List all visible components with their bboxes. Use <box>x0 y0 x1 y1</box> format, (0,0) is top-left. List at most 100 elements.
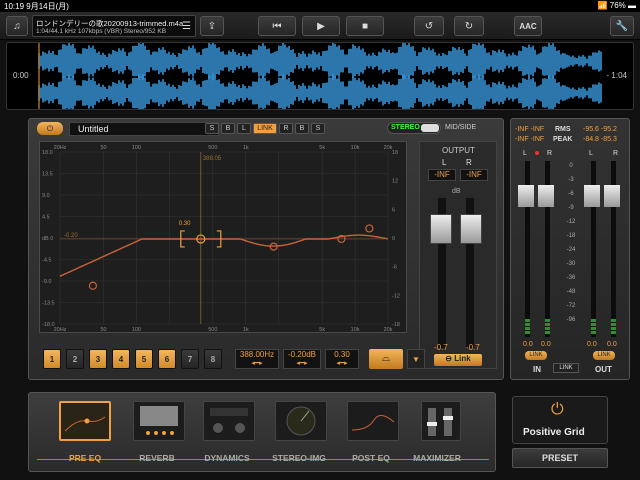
eq-band-node[interactable] <box>365 224 374 233</box>
settings-button[interactable]: 🔧 <box>610 16 634 36</box>
in-peak-value: -INF -INF <box>515 136 545 143</box>
out-r-fader[interactable] <box>604 185 620 207</box>
aac-button[interactable]: AAC <box>514 16 542 36</box>
menu-icon[interactable]: ☰ <box>182 21 191 32</box>
q-arrows-icon[interactable]: ◂━▸ <box>326 359 358 367</box>
meter-led <box>591 327 596 330</box>
q-param[interactable]: 0.30 ◂━▸ <box>325 349 359 369</box>
maximizer-module[interactable] <box>421 401 461 441</box>
channel-button-s[interactable]: S <box>311 123 325 134</box>
in-l-value: 0.0 <box>523 341 533 348</box>
in-r-fader[interactable] <box>538 185 554 207</box>
channel-button-r[interactable]: R <box>279 123 293 134</box>
out-link-button[interactable]: LINK <box>593 351 615 360</box>
in-l-fader[interactable] <box>518 185 534 207</box>
out-rms-value: -95.6 -95.2 <box>583 126 617 133</box>
output-l-gain: -0.7 <box>434 343 448 352</box>
meter-led <box>591 319 596 322</box>
preset-name-field[interactable]: Untitled <box>69 122 219 136</box>
wave-start-time: 0:00 <box>13 71 29 80</box>
pre-eq-module[interactable] <box>59 401 111 441</box>
channel-button-l[interactable]: L <box>237 123 251 134</box>
output-r-fader[interactable] <box>460 214 482 244</box>
out-r-value: 0.0 <box>607 341 617 348</box>
eq-band-node[interactable] <box>88 281 98 290</box>
band-button-7[interactable]: 7 <box>181 349 199 369</box>
output-link-button[interactable]: ⊖ Link <box>434 354 482 366</box>
meter-link-button[interactable]: LINK <box>553 363 579 373</box>
undo-button[interactable]: ↺ <box>414 16 444 36</box>
chain-label-pre-eq[interactable]: PRE EQ <box>45 453 125 463</box>
channel-button-b[interactable]: B <box>295 123 309 134</box>
reverb-thumb-icon <box>140 406 178 435</box>
band-button-2[interactable]: 2 <box>66 349 84 369</box>
band-button-8[interactable]: 8 <box>204 349 222 369</box>
gain-arrows-icon[interactable]: ◂━▸ <box>284 359 320 367</box>
bell-filter-icon: ⌓ <box>382 353 390 364</box>
play-button[interactable]: ▶ <box>302 16 340 36</box>
eq-graph-svg: 20Hz20Hz50501001005005001k1k5k5k10k10k20… <box>42 145 400 333</box>
skip-back-button[interactable]: ⏮ <box>258 16 296 36</box>
chain-label-stereo-img[interactable]: STEREO-IMG <box>259 453 339 463</box>
dynamics-module[interactable] <box>203 401 255 441</box>
meter-scale-tick: -96 <box>566 317 576 323</box>
waveform-view[interactable]: 0:00 - 1:04 <box>6 42 634 110</box>
band-button-6[interactable]: 6 <box>158 349 176 369</box>
meter-scale-tick: -36 <box>566 275 576 281</box>
level-meters: -INF -INF RMS -95.6 -95.2 -INF -INF PEAK… <box>510 118 630 380</box>
preset-button[interactable]: PRESET <box>512 448 608 468</box>
db-tick-left: 13.5 <box>42 172 53 178</box>
band-button-3[interactable]: 3 <box>89 349 107 369</box>
output-section: OUTPUT L R -INF -INF dB -0.7 -0.7 ⊖ Link <box>419 141 497 369</box>
freq-arrows-icon[interactable]: ◂━▸ <box>236 359 278 367</box>
out-l-fader[interactable] <box>584 185 600 207</box>
band-button-4[interactable]: 4 <box>112 349 130 369</box>
meter-led <box>611 331 616 334</box>
stereo-midside-toggle[interactable]: STEREO <box>387 122 441 134</box>
db-tick-right: 12 <box>392 179 398 185</box>
chevron-down-icon: ▼ <box>412 355 420 364</box>
db-tick-right: 6 <box>392 207 395 213</box>
meter-scale-tick: -3 <box>568 177 574 183</box>
in-r-value: 0.0 <box>541 341 551 348</box>
chain-label-maximizer[interactable]: MAXIMIZER <box>397 453 477 463</box>
band-button-1[interactable]: 1 <box>43 349 61 369</box>
stop-button[interactable]: ■ <box>346 16 384 36</box>
clip-indicator <box>535 151 539 155</box>
meter-led <box>611 327 616 330</box>
freq-param[interactable]: 388.00Hz ◂━▸ <box>235 349 279 369</box>
post-eq-module[interactable] <box>347 401 399 441</box>
output-l-fader[interactable] <box>430 214 452 244</box>
freq-tick-bottom: 1k <box>243 327 249 333</box>
in-l-label: L <box>523 150 527 157</box>
reverb-module[interactable] <box>133 401 185 441</box>
filter-type-dropdown[interactable]: ▼ <box>407 349 425 369</box>
stop-icon: ■ <box>361 20 369 32</box>
db-tick-left: 9.0 <box>42 193 50 199</box>
out-l-value: 0.0 <box>587 341 597 348</box>
chain-label-dynamics[interactable]: DYNAMICS <box>187 453 267 463</box>
power-icon: ⏻ <box>46 124 54 133</box>
stereo-img-module[interactable] <box>275 401 327 441</box>
toggle-knob <box>421 124 439 132</box>
redo-button[interactable]: ↻ <box>454 16 484 36</box>
channel-button-s[interactable]: S <box>205 123 219 134</box>
band-button-5[interactable]: 5 <box>135 349 153 369</box>
freq-tick-top: 50 <box>100 145 106 151</box>
channel-button-b[interactable]: B <box>221 123 235 134</box>
meter-scale-tick: -30 <box>566 261 576 267</box>
chain-label-reverb[interactable]: REVERB <box>117 453 197 463</box>
file-info[interactable]: ロンドンデリーの歌20200913-trimmed.m4a 1:04/44.1 … <box>32 15 196 37</box>
meter-scale-tick: -12 <box>566 219 576 225</box>
eq-graph[interactable]: 20Hz 20Hz 50 50 100 100 500 500 1k 1k 5k 5k 10k 10k 20… <box>39 141 407 333</box>
share-button[interactable]: ⇪ <box>200 16 224 36</box>
music-library-button[interactable]: ♫ <box>6 16 28 36</box>
eq-power-button[interactable]: ⏻ <box>37 122 63 135</box>
skip-back-icon: ⏮ <box>272 20 282 32</box>
gain-param[interactable]: -0.20dB ◂━▸ <box>283 349 321 369</box>
in-link-button[interactable]: LINK <box>525 351 547 360</box>
filter-type-button[interactable]: ⌓ <box>369 349 403 369</box>
rms-label: RMS <box>555 126 571 133</box>
channel-button-link[interactable]: LINK <box>253 123 277 134</box>
gain-value: -0.20dB <box>287 350 317 359</box>
